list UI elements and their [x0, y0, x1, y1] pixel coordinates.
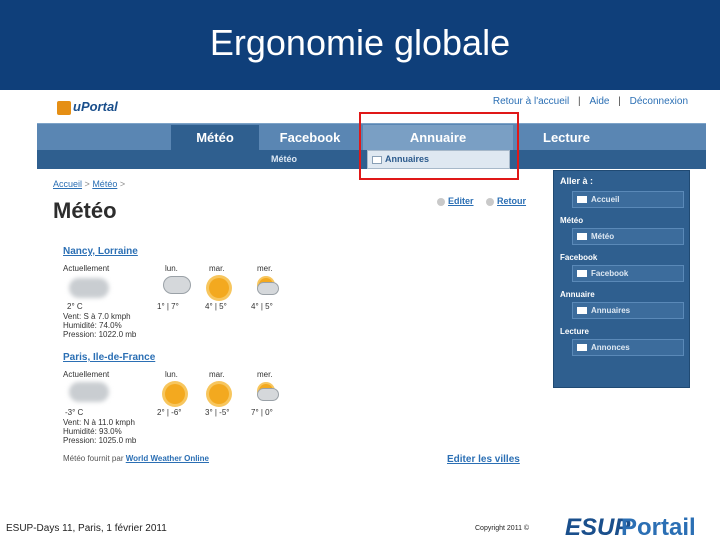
footer-copyright: Copyright 2011 ©: [475, 525, 530, 532]
pressure-text: Pression: 1022.0 mb: [63, 330, 137, 339]
forecast-range: 7° | 0°: [251, 408, 273, 417]
provider-link[interactable]: World Weather Online: [126, 454, 209, 463]
sidebar-title: Aller à :: [560, 176, 594, 186]
provider-line: Météo fournit par World Weather Online: [63, 454, 209, 463]
forecast-day: mar.: [209, 370, 225, 379]
forecast-range: 3° | -5°: [205, 408, 230, 417]
cloud-icon: [257, 282, 279, 295]
current-temp: 2° C: [67, 302, 83, 311]
sidebar-item-annuaires[interactable]: Annuaires: [572, 302, 684, 319]
humidity-text: Humidité: 93.0%: [63, 427, 122, 436]
slide-title: Ergonomie globale: [209, 22, 511, 63]
breadcrumb-sep: >: [119, 179, 126, 189]
sun-icon: [209, 278, 229, 298]
breadcrumb: Accueil > Météo >: [53, 179, 125, 189]
window-icon: [577, 233, 587, 240]
sidebar-group-label: Facebook: [560, 253, 598, 262]
cloud-icon: [163, 276, 191, 294]
forecast-day: mer.: [257, 264, 273, 273]
uportal-logo-text: uPortal: [73, 99, 118, 114]
forecast-day: lun.: [165, 264, 178, 273]
current-weather-icon: [69, 278, 109, 298]
window-icon: [577, 307, 587, 314]
city-nancy-link[interactable]: Nancy, Lorraine: [63, 246, 138, 257]
window-icon: [577, 196, 587, 203]
sidebar-group-label: Annuaire: [560, 290, 595, 299]
sidebar-item-facebook[interactable]: Facebook: [572, 265, 684, 282]
tab-lecture[interactable]: Lecture: [515, 125, 618, 150]
portal-screenshot: uPortal Retour à l'accueil | Aide | Déco…: [37, 90, 706, 510]
link-separator: |: [578, 96, 581, 107]
current-temp: -3° C: [65, 408, 84, 417]
uportal-logo[interactable]: uPortal: [57, 99, 118, 117]
sun-icon: [165, 384, 185, 404]
edit-link[interactable]: Editer: [448, 196, 474, 206]
home-link[interactable]: Retour à l'accueil: [493, 96, 569, 107]
wind-text: Vent: S à 7.0 kmph: [63, 312, 131, 321]
sidebar-item-label: Accueil: [591, 195, 620, 204]
sidebar-item-label: Annuaires: [591, 306, 631, 315]
highlight-box: [359, 112, 519, 180]
edit-icon: [437, 197, 445, 206]
sidebar-item-accueil[interactable]: Accueil: [572, 191, 684, 208]
portail-logo-text: Portail: [621, 514, 696, 540]
breadcrumb-home[interactable]: Accueil: [53, 179, 82, 189]
humidity-text: Humidité: 74.0%: [63, 321, 122, 330]
forecast-day: lun.: [165, 370, 178, 379]
edit-cities-link[interactable]: Editer les villes: [447, 454, 520, 465]
tab-meteo[interactable]: Météo: [171, 125, 259, 150]
sidebar-item-label: Facebook: [591, 269, 629, 278]
sun-icon: [209, 384, 229, 404]
uportal-logo-icon: [57, 101, 71, 115]
window-icon: [577, 344, 587, 351]
forecast-day: mar.: [209, 264, 225, 273]
forecast-range: 4° | 5°: [251, 302, 273, 311]
goto-sidebar: Aller à : Accueil Météo Météo Facebook F…: [553, 170, 690, 388]
pressure-text: Pression: 1025.0 mb: [63, 436, 137, 445]
top-links: Retour à l'accueil | Aide | Déconnexion: [487, 96, 688, 107]
footer-event-text: ESUP-Days 11, Paris, 1 février 2011: [6, 523, 167, 534]
wind-text: Vent: N à 11.0 kmph: [63, 418, 135, 427]
sidebar-item-label: Annonces: [591, 343, 630, 352]
sidebar-item-label: Météo: [591, 232, 615, 241]
sidebar-group-label: Météo: [560, 216, 584, 225]
breadcrumb-meteo[interactable]: Météo: [92, 179, 117, 189]
breadcrumb-sep: >: [84, 179, 90, 189]
current-weather-icon: [69, 382, 109, 402]
slide: Ergonomie globale uPortal Retour à l'acc…: [0, 0, 720, 540]
forecast-range: 4° | 5°: [205, 302, 227, 311]
page-title: Météo: [53, 198, 117, 223]
sidebar-item-meteo[interactable]: Météo: [572, 228, 684, 245]
esup-portail-logo: ESUP Portail: [563, 512, 720, 540]
window-icon: [577, 270, 587, 277]
subtab-meteo[interactable]: Météo: [271, 150, 297, 169]
back-link[interactable]: Retour: [497, 196, 526, 206]
cloud-icon: [257, 388, 279, 401]
sidebar-item-annonces[interactable]: Annonces: [572, 339, 684, 356]
provider-text: Météo fournit par: [63, 454, 124, 463]
forecast-day: mer.: [257, 370, 273, 379]
logout-link[interactable]: Déconnexion: [630, 96, 688, 107]
now-label: Actuellement: [63, 264, 110, 273]
city-paris-link[interactable]: Paris, Ile-de-France: [63, 352, 155, 363]
help-link[interactable]: Aide: [589, 96, 609, 107]
link-separator: |: [618, 96, 621, 107]
now-label: Actuellement: [63, 370, 110, 379]
sidebar-group-label: Lecture: [560, 327, 589, 336]
back-icon: [486, 197, 495, 206]
forecast-range: 2° | -6°: [157, 408, 182, 417]
tab-facebook[interactable]: Facebook: [259, 125, 361, 150]
forecast-range: 1° | 7°: [157, 302, 179, 311]
portlet-actions: Editer Retour: [437, 196, 536, 206]
